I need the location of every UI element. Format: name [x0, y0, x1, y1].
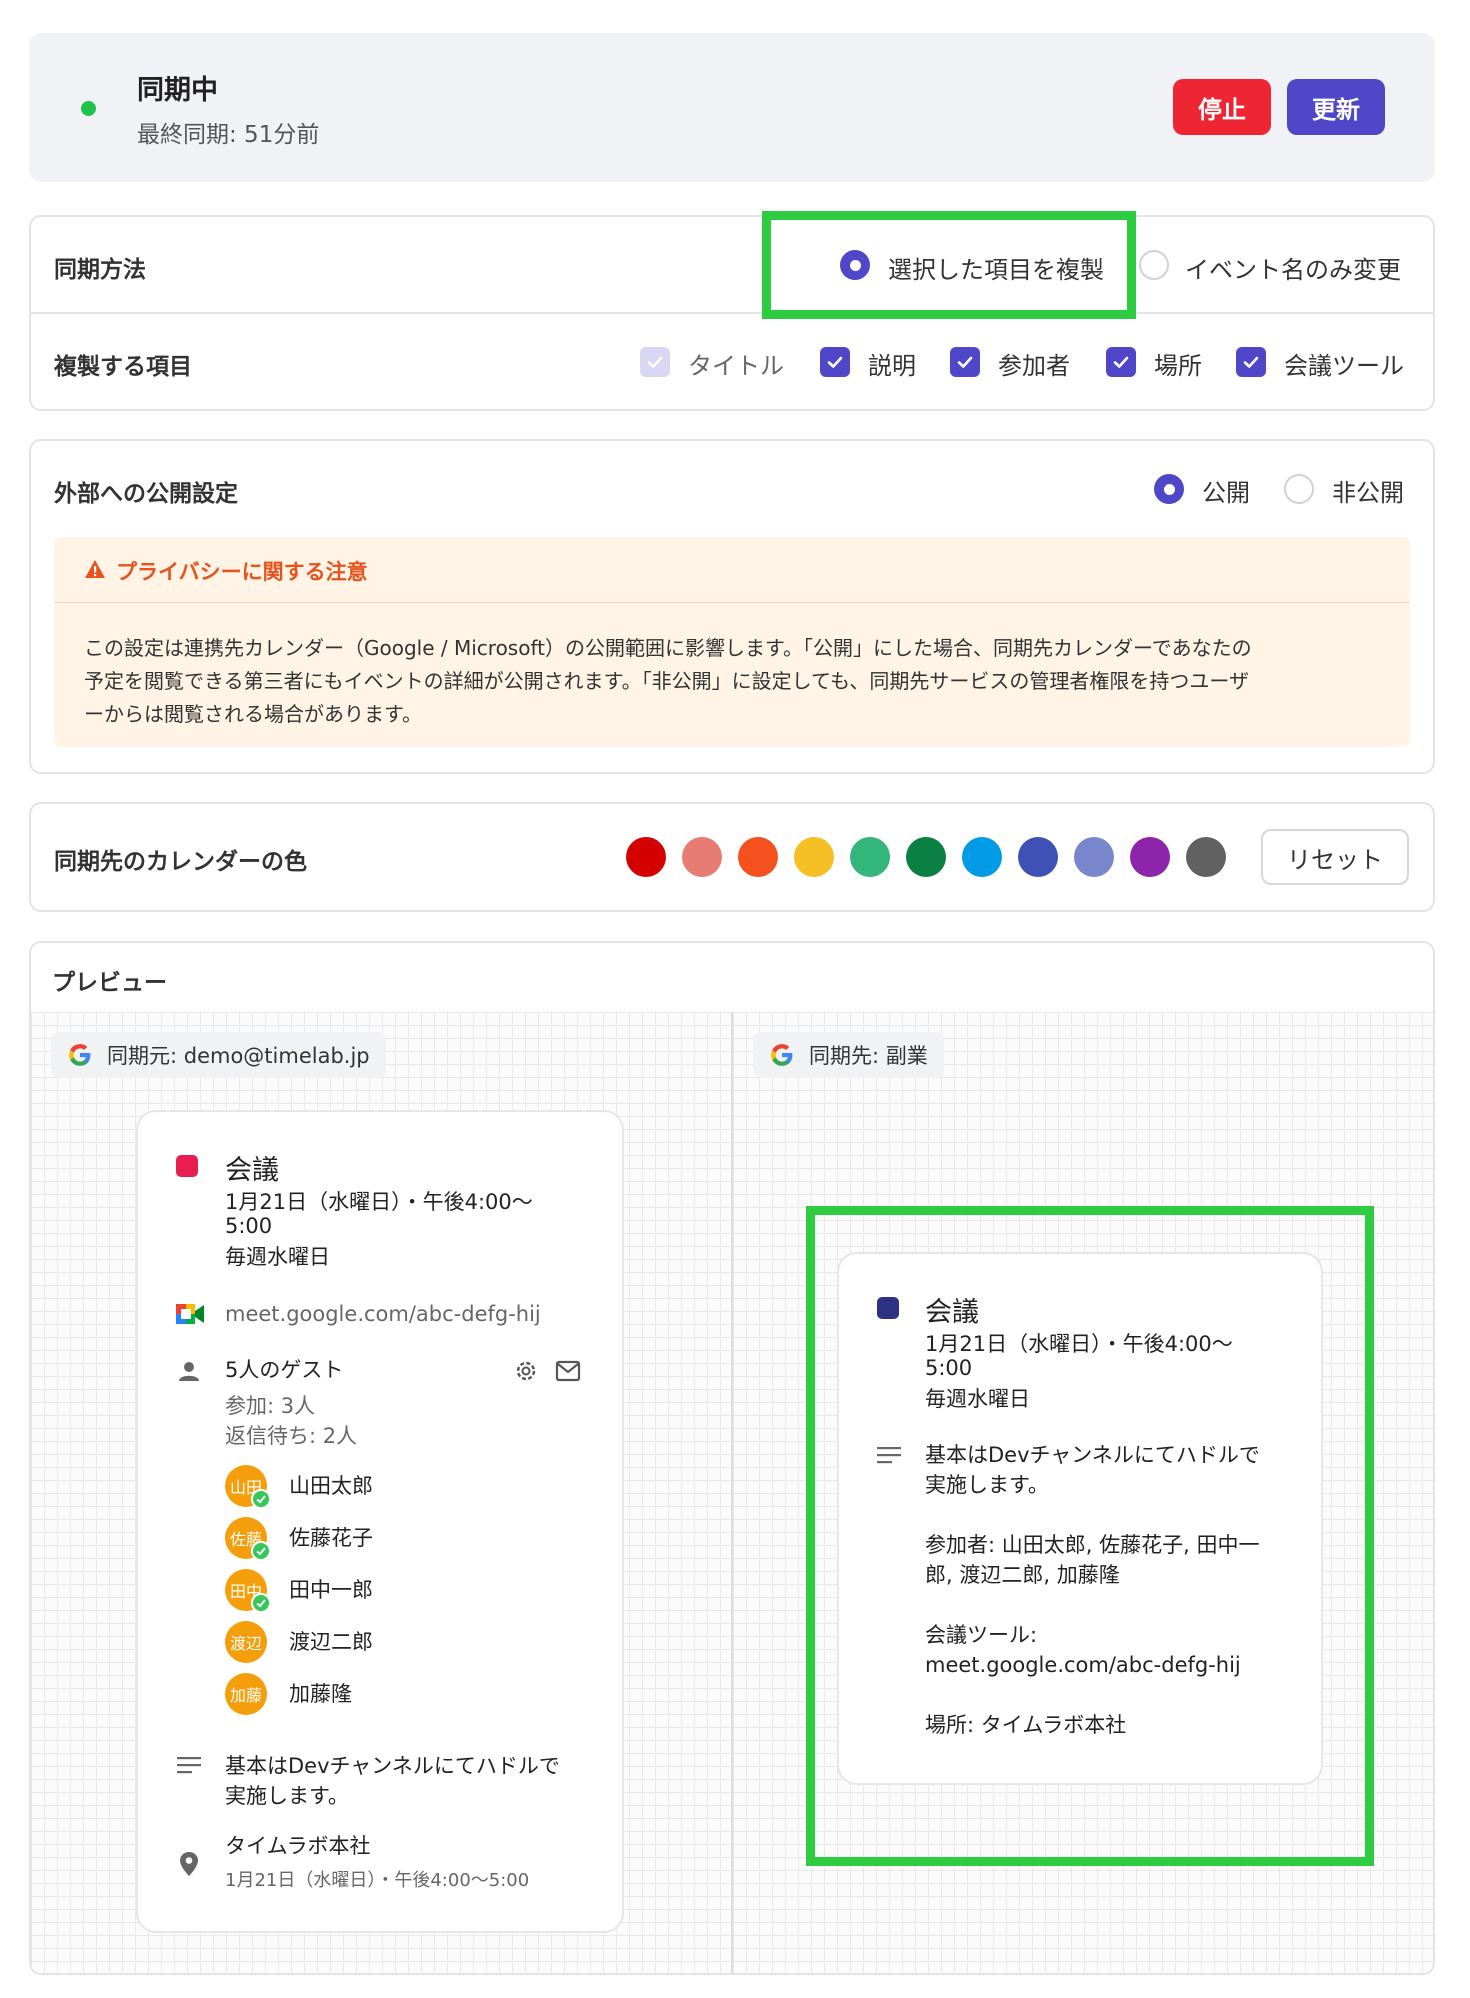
accepted-check-icon: [251, 1541, 271, 1561]
visibility-label: 外部への公開設定: [54, 481, 238, 507]
radio-public-label[interactable]: 公開: [1202, 473, 1250, 508]
highlight-box: [762, 211, 1136, 319]
reset-button[interactable]: リセット: [1261, 829, 1409, 885]
copy-items-label: 複製する項目: [54, 354, 192, 380]
google-meet-icon: [175, 1302, 205, 1326]
check-icon: [1113, 356, 1129, 368]
color-swatch[interactable]: [850, 837, 890, 877]
radio-rename-only-label[interactable]: イベント名のみ変更: [1185, 250, 1401, 285]
person-icon: [177, 1359, 201, 1383]
color-swatch[interactable]: [1130, 837, 1170, 877]
warning-line: 予定を閲覧できる第三者にもイベントの詳細が公開されます。「非公開」に設定しても、…: [84, 669, 1249, 693]
radio-private-label[interactable]: 非公開: [1332, 473, 1404, 508]
event-description: 基本はDevチャンネルにてハドルで 実施します。: [225, 1751, 560, 1811]
event-title: 会議: [225, 1155, 279, 1186]
guest-name: 渡辺二郎: [289, 1630, 373, 1654]
checkbox-description[interactable]: [820, 347, 850, 377]
radio-rename-only[interactable]: [1139, 250, 1169, 280]
guests-pending-count: 返信待ち: 2人: [225, 1424, 358, 1448]
calendar-color-label: 同期先のカレンダーの色: [54, 849, 307, 875]
destination-calendar-label: 同期先: 副業: [809, 1044, 928, 1068]
avatar: 渡辺: [225, 1621, 267, 1663]
event-datetime-line: 5:00: [225, 1214, 273, 1238]
checkbox-meeting-tool[interactable]: [1236, 347, 1266, 377]
privacy-warning-text: この設定は連携先カレンダー（Google / Microsoft）の公開範囲に影…: [84, 632, 1252, 731]
description-line: 実施します。: [225, 1784, 349, 1808]
google-icon: [69, 1044, 91, 1066]
gear-icon[interactable]: [513, 1358, 539, 1384]
preview-label: プレビュー: [52, 970, 167, 996]
guest-name: 田中一郎: [289, 1578, 373, 1602]
warning-line: ーからは閲覧される場合があります。: [84, 702, 422, 726]
source-calendar-pill: 同期元: demo@timelab.jp: [51, 1032, 386, 1078]
accepted-check-icon: [251, 1593, 271, 1613]
sync-method-label: 同期方法: [54, 257, 146, 283]
checkbox-location[interactable]: [1106, 347, 1136, 377]
guests-title: 5人のゲスト: [225, 1358, 344, 1382]
color-swatch[interactable]: [682, 837, 722, 877]
meet-link[interactable]: meet.google.com/abc-defg-hij: [225, 1302, 541, 1326]
color-swatch[interactable]: [1186, 837, 1226, 877]
warning-line: この設定は連携先カレンダー（Google / Microsoft）の公開範囲に影…: [84, 636, 1252, 660]
guest-name: 加藤隆: [289, 1682, 352, 1706]
color-swatch[interactable]: [794, 837, 834, 877]
source-calendar-label: 同期元: demo@timelab.jp: [107, 1044, 370, 1068]
checkbox-meeting-tool-label[interactable]: 会議ツール: [1284, 346, 1404, 381]
divider: [54, 602, 1410, 603]
google-icon: [771, 1044, 793, 1066]
checkbox-title: [640, 347, 670, 377]
radio-public[interactable]: [1154, 474, 1184, 504]
check-icon: [957, 356, 973, 368]
description-line: 基本はDevチャンネルにてハドルで: [225, 1754, 560, 1778]
guests-accepted-count: 参加: 3人: [225, 1394, 316, 1418]
status-title: 同期中: [137, 75, 218, 106]
event-color-indicator: [176, 1155, 198, 1177]
color-swatches: [626, 837, 1226, 877]
last-sync-text: 最終同期: 51分前: [137, 122, 320, 148]
accepted-check-icon: [251, 1489, 271, 1509]
destination-calendar-pill: 同期先: 副業: [753, 1032, 944, 1078]
event-datetime-line: 1月21日（水曜日）・午後4:00〜: [225, 1190, 533, 1214]
check-icon: [647, 356, 663, 368]
preview-divider: [731, 1012, 733, 1973]
description-icon: [177, 1756, 201, 1774]
color-swatch[interactable]: [626, 837, 666, 877]
event-recurrence: 毎週水曜日: [225, 1245, 330, 1269]
warning-icon: [84, 558, 106, 580]
event-location-time: 1月21日（水曜日）・午後4:00〜5:00: [225, 1870, 530, 1891]
event-location: タイムラボ本社: [225, 1834, 371, 1858]
guest-name: 佐藤花子: [289, 1526, 373, 1550]
check-icon: [1243, 356, 1259, 368]
highlight-box: [806, 1206, 1374, 1866]
privacy-warning-title: プライバシーに関する注意: [116, 560, 368, 584]
checkbox-attendees[interactable]: [950, 347, 980, 377]
event-datetime: 1月21日（水曜日）・午後4:00〜 5:00: [225, 1190, 533, 1238]
guest-name: 山田太郎: [289, 1474, 373, 1498]
radio-private[interactable]: [1284, 474, 1314, 504]
color-swatch[interactable]: [1018, 837, 1058, 877]
checkbox-location-label[interactable]: 場所: [1154, 346, 1202, 381]
avatar: 加藤: [225, 1673, 267, 1715]
divider: [30, 312, 1434, 314]
color-swatch[interactable]: [906, 837, 946, 877]
color-swatch[interactable]: [738, 837, 778, 877]
checkbox-attendees-label[interactable]: 参加者: [998, 346, 1070, 381]
check-icon: [827, 356, 843, 368]
checkbox-title-label: タイトル: [688, 352, 784, 380]
mail-icon[interactable]: [555, 1360, 581, 1382]
color-swatch[interactable]: [962, 837, 1002, 877]
update-button[interactable]: 更新: [1287, 79, 1385, 135]
checkbox-description-label[interactable]: 説明: [868, 346, 916, 381]
location-pin-icon: [179, 1851, 199, 1877]
color-swatch[interactable]: [1074, 837, 1114, 877]
status-indicator-dot: [81, 101, 96, 116]
stop-button[interactable]: 停止: [1173, 79, 1271, 135]
